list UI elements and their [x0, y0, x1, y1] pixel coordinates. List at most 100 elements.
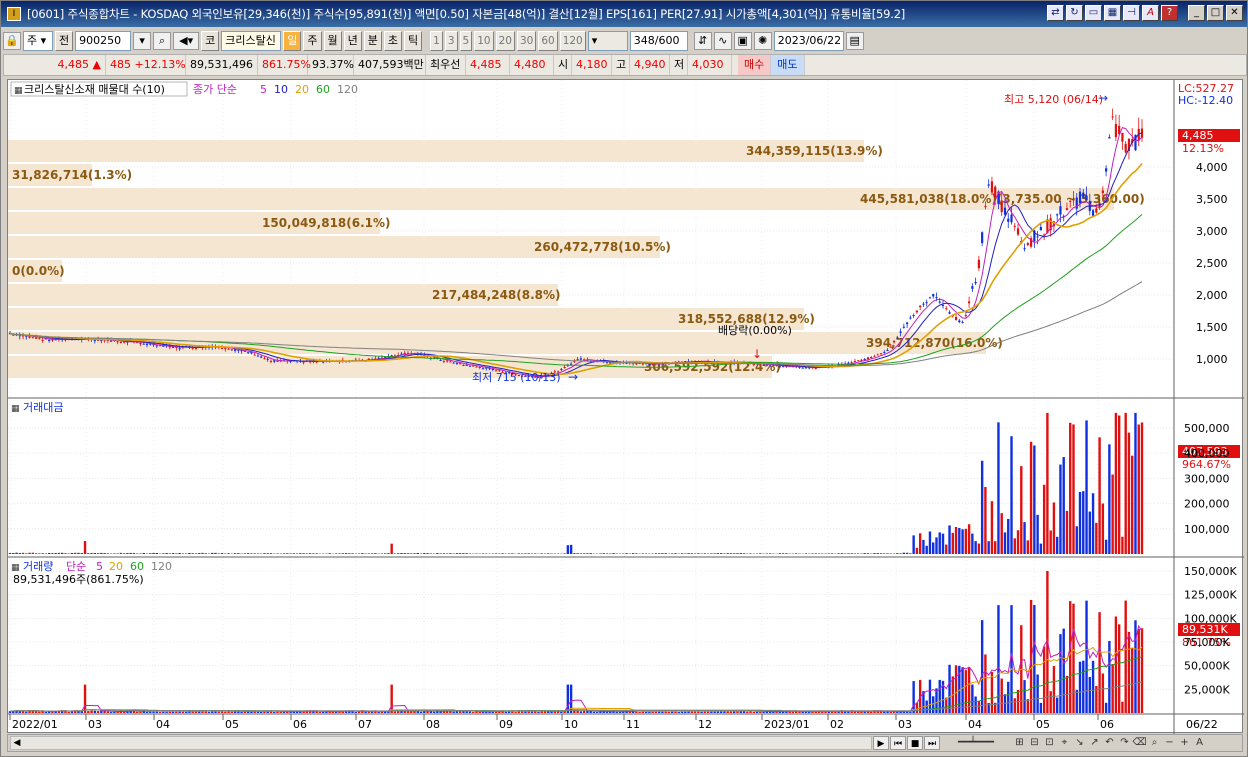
- pin-icon[interactable]: ⊣: [1123, 5, 1140, 21]
- link-icon[interactable]: ⇄: [1047, 5, 1064, 21]
- help-icon[interactable]: ?: [1161, 5, 1178, 21]
- zoom-icon[interactable]: ⌕: [1147, 736, 1162, 750]
- interval-3[interactable]: 3: [444, 31, 458, 51]
- amount-bar: [1124, 412, 1127, 554]
- search-icon[interactable]: ⌕: [153, 32, 172, 50]
- zoom-in-icon[interactable]: +: [1177, 736, 1192, 750]
- calendar-icon[interactable]: ▤: [845, 32, 864, 50]
- candle-body: [462, 364, 465, 366]
- save-icon[interactable]: ▣: [733, 32, 752, 50]
- amount-bar: [967, 524, 971, 554]
- chart-type-icon[interactable]: ⇵: [693, 32, 712, 50]
- layout-icon-3[interactable]: ⊡: [1042, 736, 1057, 750]
- trend-icon[interactable]: ↗: [1087, 736, 1102, 750]
- candle-body: [38, 338, 41, 340]
- amount-bar: [436, 553, 439, 554]
- candle-body: [896, 337, 899, 339]
- period-week[interactable]: 주: [303, 31, 322, 51]
- amount-bar: [139, 553, 142, 554]
- low-label: 저: [670, 55, 688, 75]
- interval-30[interactable]: 30: [516, 31, 537, 51]
- speaker-icon[interactable]: ◀▾: [173, 32, 200, 50]
- amount-bar: [31, 552, 35, 554]
- amount-grid-icon[interactable]: ▦: [11, 404, 20, 414]
- interval-20[interactable]: 20: [495, 31, 515, 51]
- period-second[interactable]: 초: [383, 31, 402, 51]
- amount-bar: [152, 552, 155, 554]
- period-tick[interactable]: 틱: [404, 31, 423, 51]
- scroll-left-icon[interactable]: ◀: [11, 737, 23, 749]
- amount-bar: [214, 552, 217, 554]
- candle-body: [1124, 143, 1127, 153]
- profile-label: 394,712,870(16.0%): [866, 336, 1003, 350]
- amount-bar: [1111, 474, 1114, 554]
- period-day[interactable]: 일: [283, 31, 302, 51]
- gear-icon[interactable]: ✺: [753, 32, 772, 50]
- amount-bar: [1062, 457, 1065, 554]
- undo-icon[interactable]: ↶: [1102, 736, 1117, 750]
- amount-bar: [850, 553, 853, 554]
- period-month[interactable]: 월: [323, 31, 342, 51]
- zoom-out-icon[interactable]: −: [1162, 736, 1177, 750]
- amount-bar: [178, 553, 181, 554]
- candle-body: [1065, 208, 1069, 210]
- count-field[interactable]: 348/600: [629, 31, 688, 51]
- candle-body: [883, 352, 886, 354]
- market-select[interactable]: 주 ▾: [23, 31, 53, 51]
- maximize-button[interactable]: □: [1207, 5, 1224, 21]
- period-minute[interactable]: 분: [363, 31, 382, 51]
- refresh-icon[interactable]: ↻: [1066, 5, 1083, 21]
- font-size-icon[interactable]: A: [1192, 736, 1207, 750]
- amount-bar: [269, 553, 273, 554]
- layout-icon-2[interactable]: ⊟: [1027, 736, 1042, 750]
- date-input[interactable]: 2023/06/22: [773, 31, 844, 51]
- candle-body: [1026, 243, 1029, 245]
- dropdown-icon[interactable]: ▾: [133, 32, 152, 50]
- play-back-button[interactable]: ⏮: [890, 736, 906, 750]
- compare-icon[interactable]: ∿: [713, 32, 732, 50]
- redo-icon[interactable]: ↷: [1117, 736, 1132, 750]
- stop-button[interactable]: ■: [907, 736, 923, 750]
- horizontal-scrollbar[interactable]: ◀: [10, 736, 872, 750]
- period-year[interactable]: 년: [343, 31, 362, 51]
- amount-bar: [439, 553, 442, 554]
- volume-grid-icon[interactable]: ▦: [11, 563, 20, 573]
- lock-icon[interactable]: 🔒: [3, 32, 21, 50]
- interval-1[interactable]: 1: [430, 31, 443, 51]
- draw-line-icon[interactable]: ↘: [1072, 736, 1087, 750]
- amount-bar: [191, 553, 194, 554]
- minimize-button[interactable]: _: [1188, 5, 1205, 21]
- amount-bar: [198, 553, 201, 554]
- stock-name-field[interactable]: 크리스탈신: [221, 31, 282, 51]
- sell-button[interactable]: 매도: [771, 55, 805, 75]
- interval-5[interactable]: 5: [459, 31, 473, 51]
- sector-button[interactable]: 코: [201, 31, 220, 51]
- layout-icon-1[interactable]: ⊞: [1012, 736, 1027, 750]
- scroll-right-button[interactable]: ▶: [873, 736, 889, 750]
- eraser-icon[interactable]: ⌫: [1132, 736, 1147, 750]
- volume-bar: [579, 711, 583, 713]
- interval-10[interactable]: 10: [474, 31, 494, 51]
- amount-bar: [993, 541, 997, 554]
- chart-area[interactable]: 344,359,115(13.9%) 31,826,714(1.3%) 445,58…: [7, 79, 1244, 734]
- grid-icon[interactable]: ▦: [14, 86, 23, 96]
- chart-svg[interactable]: 344,359,115(13.9%)31,826,714(1.3%)445,58…: [8, 80, 1244, 734]
- play-forward-button[interactable]: ⏭: [924, 736, 940, 750]
- zoom-slider[interactable]: ━━┷━━━: [940, 736, 1012, 750]
- amount-bar: [886, 553, 889, 554]
- window-icon[interactable]: ▭: [1085, 5, 1102, 21]
- close-button[interactable]: ✕: [1226, 5, 1243, 21]
- code-input[interactable]: 900250: [75, 31, 132, 51]
- interval-120[interactable]: 120: [559, 31, 586, 51]
- tile-icon[interactable]: ▦: [1104, 5, 1121, 21]
- custom-interval-select[interactable]: ▾: [587, 31, 628, 51]
- candle-body: [1023, 248, 1026, 250]
- volume-bar: [648, 711, 651, 713]
- amount-bar: [785, 553, 788, 554]
- font-icon[interactable]: A: [1142, 5, 1159, 21]
- buy-button[interactable]: 매수: [738, 55, 772, 75]
- volume-bar: [321, 711, 325, 713]
- prev-button[interactable]: 전: [55, 31, 74, 51]
- crosshair-icon[interactable]: ⌖: [1057, 736, 1072, 750]
- interval-60[interactable]: 60: [538, 31, 558, 51]
